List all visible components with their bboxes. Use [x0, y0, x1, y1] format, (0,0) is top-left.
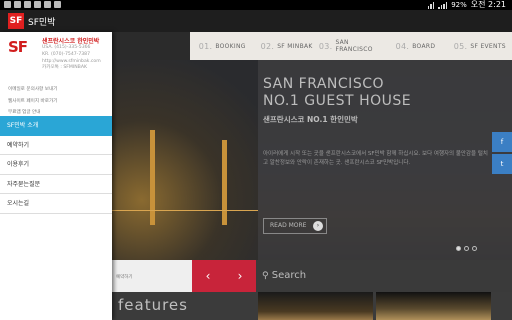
menu-item-about[interactable]: SF민박 소개 — [0, 116, 112, 136]
feature-photo[interactable] — [258, 292, 373, 320]
prev-arrow-icon[interactable]: ‹ — [192, 260, 224, 292]
website-shortcut-link[interactable]: 웹사이트 페이지 바로가기 — [8, 96, 108, 108]
navigation-drawer: SF 샌프란시스코 한인민박 USA. (415)-335-5366 KR. (… — [0, 32, 112, 320]
drawer-menu: SF민박 소개 예약하기 이용후기 자주묻는질문 오시는길 — [0, 116, 112, 214]
search-icon: ⚲ — [262, 271, 269, 281]
kakaotalk-id: 카카오톡 : SFMINBAK — [42, 65, 87, 71]
brand-logo: SF — [8, 38, 28, 56]
business-name: 샌프란시스코 한인민박 — [42, 38, 100, 45]
menu-item-booking[interactable]: 예약하기 — [0, 136, 112, 155]
wifi-icon — [427, 1, 435, 9]
phone-kr[interactable]: KR. (070)-7547-7387 — [42, 52, 112, 59]
booking-label: 예약하기 — [116, 275, 133, 280]
menu-item-directions[interactable]: 오시는길 — [0, 194, 112, 214]
nav-booking[interactable]: 01. BOOKING — [190, 42, 254, 51]
app-title: SF민박 — [28, 18, 56, 28]
contact-info: 샌프란시스코 한인민박 USA. (415)-335-5366 KR. (070… — [42, 36, 112, 72]
slider-dots — [456, 246, 477, 251]
slide-dot[interactable] — [464, 246, 469, 251]
notification-icon — [4, 1, 11, 8]
app-bar: SF SF민박 — [0, 10, 512, 32]
search-input[interactable]: ⚲ Search — [256, 260, 512, 292]
nav-sf-minbak[interactable]: 02. SF MINBAK — [254, 42, 318, 51]
email-inquiry-link[interactable]: 이메일로 문의사항 보내기 — [8, 84, 108, 96]
features-heading: features — [118, 296, 188, 314]
hero-description: 아이러에게 시작 또는 곳을 샌프란시스코에서 SF민박 함께 하십시요. 보다… — [263, 151, 488, 166]
notification-icon — [24, 1, 31, 8]
next-arrow-icon[interactable]: › — [224, 260, 256, 292]
site-nav: 01. BOOKING 02. SF MINBAK 03. SAN FRANCISCO… — [190, 32, 512, 60]
notification-icons — [4, 1, 61, 8]
arrow-right-icon: › — [313, 221, 323, 231]
drawer-links: 이메일로 문의사항 보내기 웹사이트 페이지 바로가기 무료앱 업글 안내 — [8, 84, 108, 119]
feature-photo[interactable] — [376, 292, 491, 320]
system-tray: 92% 오전 2:21 — [427, 0, 506, 10]
nav-san-francisco[interactable]: 03. SAN FRANCISCO — [319, 39, 383, 53]
clock: 오전 2:21 — [470, 0, 506, 9]
social-share: f t — [492, 132, 512, 176]
signal-icon — [438, 1, 448, 9]
hero-subtitle: 샌프란시스코 NO.1 한인민박 — [263, 115, 358, 124]
notification-icon — [44, 1, 51, 8]
nav-sf-events[interactable]: 05. SF EVENTS — [448, 42, 512, 51]
notification-icon — [14, 1, 21, 8]
battery-level: 92% — [451, 1, 467, 9]
facebook-icon[interactable]: f — [492, 132, 512, 152]
menu-item-reviews[interactable]: 이용후기 — [0, 155, 112, 175]
slide-dot[interactable] — [472, 246, 477, 251]
notification-icon — [34, 1, 41, 8]
twitter-icon[interactable]: t — [492, 154, 512, 174]
menu-item-faq[interactable]: 자주묻는질문 — [0, 175, 112, 194]
slider-controls: ‹ › — [192, 260, 256, 292]
slide-dot[interactable] — [456, 246, 461, 251]
hero-caption: SAN FRANCISCO NO.1 GUEST HOUSE 샌프란시스코 NO.… — [258, 60, 512, 260]
status-bar: 92% 오전 2:21 — [0, 0, 512, 10]
notification-icon — [54, 1, 61, 8]
nav-board[interactable]: 04. BOARD — [383, 42, 447, 51]
app-logo-icon[interactable]: SF — [8, 13, 24, 29]
hero-title: SAN FRANCISCO NO.1 GUEST HOUSE — [263, 76, 412, 109]
read-more-button[interactable]: READ MORE › — [263, 218, 327, 234]
phone-usa[interactable]: USA. (415)-335-5366 — [42, 45, 112, 52]
